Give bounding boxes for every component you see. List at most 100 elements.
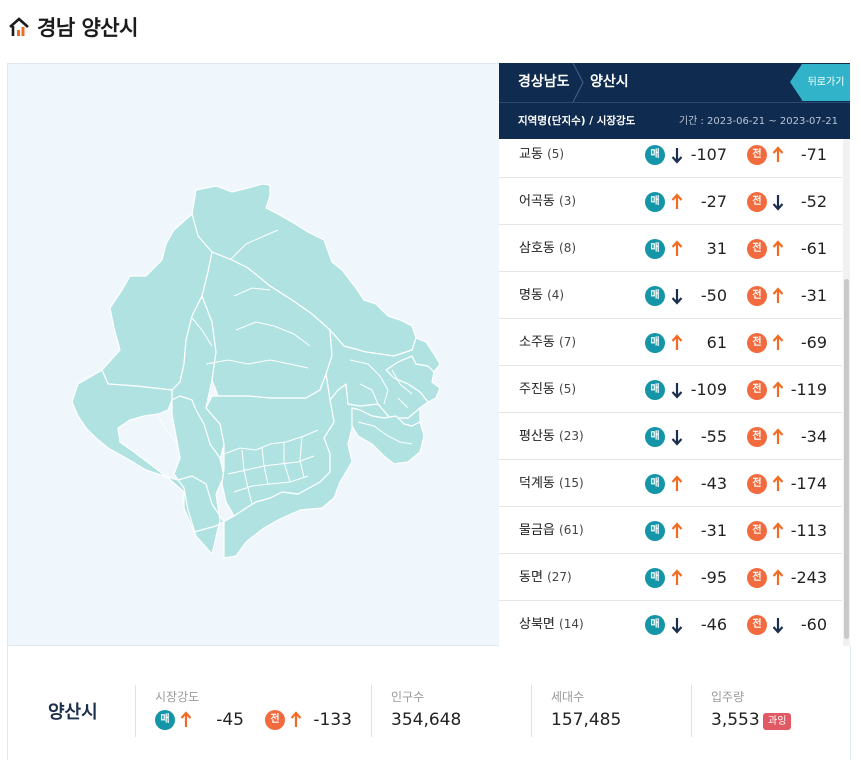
- district-name-text: 삼호동: [519, 241, 555, 256]
- district-name-text: 주진동: [519, 382, 555, 397]
- supply-label: 입주량: [711, 690, 745, 704]
- maemae-badge: 매: [645, 427, 665, 447]
- district-name: 어곡동 (3): [519, 178, 576, 225]
- district-name-text: 동면: [519, 570, 543, 585]
- district-name: 교동 (5): [519, 139, 564, 178]
- maemae-badge: 매: [155, 710, 175, 730]
- summary-jeonse-value: -133: [313, 710, 352, 730]
- period-label: 기간 : 2023-06-21 ~ 2023-07-21: [678, 116, 838, 127]
- maemae-badge: 매: [645, 474, 665, 494]
- district-row[interactable]: 덕계동 (15) 매 -43 전 -174: [499, 460, 842, 507]
- jeonse-up-arrow-icon: [772, 522, 784, 538]
- maemae-badge: 매: [645, 145, 665, 165]
- complex-count: (5): [547, 147, 565, 161]
- maemae-up-arrow-icon: [671, 569, 683, 585]
- maemae-badge: 매: [645, 239, 665, 259]
- jeonse-badge: 전: [747, 333, 767, 353]
- district-row[interactable]: 소주동 (7) 매 61 전 -69: [499, 319, 842, 366]
- maemae-value: -55: [700, 427, 727, 446]
- jeonse-badge: 전: [747, 568, 767, 588]
- maemae-up-arrow-icon: [671, 522, 683, 538]
- district-name: 상북면 (14): [519, 601, 584, 646]
- district-list[interactable]: 교동 (5) 매 -107 전 -71 어곡동 (3) 매 -27 전 -52 삼호동 (8) 매 31…: [499, 139, 842, 646]
- home-icon: [9, 17, 29, 36]
- maemae-value: -31: [700, 521, 727, 540]
- district-row[interactable]: 어곡동 (3) 매 -27 전 -52: [499, 178, 842, 225]
- complex-count: (61): [559, 523, 584, 537]
- district-name-text: 명동: [519, 288, 543, 303]
- maemae-down-arrow-icon: [671, 148, 683, 164]
- breadcrumb-chevron-icon: [572, 63, 584, 102]
- complex-count: (5): [559, 382, 577, 396]
- breadcrumb-city[interactable]: 양산시: [590, 63, 629, 102]
- jeonse-up-arrow-icon: [772, 569, 784, 585]
- page-title-text: 경남 양산시: [37, 16, 138, 40]
- district-row[interactable]: 상북면 (14) 매 -46 전 -60: [499, 601, 842, 646]
- jeonse-down-arrow-icon: [772, 618, 784, 634]
- jeonse-badge: 전: [747, 145, 767, 165]
- jeonse-value: -61: [800, 239, 827, 258]
- maemae-value: 31: [706, 239, 727, 258]
- jeonse-up-arrow-icon: [772, 334, 784, 350]
- jeonse-up-arrow-icon: [772, 381, 784, 397]
- district-row[interactable]: 주진동 (5) 매 -109 전 -119: [499, 366, 842, 413]
- jeonse-badge: 전: [747, 192, 767, 212]
- list-scrollbar[interactable]: [843, 139, 850, 646]
- maemae-up-arrow-icon: [671, 240, 683, 256]
- maemae-value: -27: [700, 192, 727, 211]
- complex-count: (15): [559, 476, 584, 490]
- jeonse-value: -71: [800, 145, 827, 164]
- jeonse-value: -174: [790, 474, 827, 493]
- jeonse-badge: 전: [747, 615, 767, 635]
- district-row[interactable]: 삼호동 (8) 매 31 전 -61: [499, 225, 842, 272]
- district-name: 주진동 (5): [519, 366, 576, 413]
- scrollbar-thumb[interactable]: [844, 279, 849, 639]
- district-name-text: 교동: [519, 147, 543, 162]
- summary-city: 양산시: [48, 702, 98, 723]
- jeonse-badge: 전: [747, 239, 767, 259]
- panel-header: 경상남도 양산시 뒤로가기: [499, 63, 850, 102]
- jeonse-badge: 전: [747, 380, 767, 400]
- population-label: 인구수: [391, 690, 425, 704]
- divider: [691, 685, 692, 737]
- divider: [135, 685, 136, 737]
- divider: [371, 685, 372, 737]
- breadcrumb-province[interactable]: 경상남도: [518, 63, 570, 102]
- complex-count: (4): [547, 288, 565, 302]
- jeonse-up-arrow-icon: [772, 146, 784, 162]
- jeonse-up-arrow-icon: [772, 475, 784, 491]
- page-title: 경남 양산시: [8, 12, 138, 42]
- maemae-down-arrow-icon: [671, 430, 683, 446]
- maemae-badge: 매: [645, 380, 665, 400]
- maemae-value: 61: [706, 333, 727, 352]
- district-row[interactable]: 평산동 (23) 매 -55 전 -34: [499, 413, 842, 460]
- divider: [531, 685, 532, 737]
- complex-count: (8): [559, 241, 577, 255]
- market-strength-label: 시장강도: [155, 690, 200, 704]
- jeonse-badge: 전: [747, 521, 767, 541]
- jeonse-badge: 전: [747, 286, 767, 306]
- jeonse-value: -243: [790, 568, 827, 587]
- jeonse-value: -69: [800, 333, 827, 352]
- complex-count: (7): [559, 335, 577, 349]
- maemae-value: -43: [700, 474, 727, 493]
- region-map[interactable]: [7, 63, 500, 646]
- back-button[interactable]: 뒤로가기: [790, 64, 850, 101]
- district-name-text: 소주동: [519, 335, 555, 350]
- maemae-down-arrow-icon: [671, 289, 683, 305]
- district-row[interactable]: 물금읍 (61) 매 -31 전 -113: [499, 507, 842, 554]
- district-name-text: 덕계동: [519, 476, 555, 491]
- summary-bar: 양산시 시장강도 매 -45 전 -133 인구수 354,648 세대수 15…: [7, 646, 851, 760]
- complex-count: (27): [547, 570, 572, 584]
- jeonse-badge: 전: [747, 474, 767, 494]
- yangsan-map[interactable]: [8, 64, 501, 647]
- jeonse-value: -34: [800, 427, 827, 446]
- supply-value: 3,553: [711, 710, 760, 730]
- maemae-badge: 매: [645, 333, 665, 353]
- district-row[interactable]: 교동 (5) 매 -107 전 -71: [499, 139, 842, 178]
- district-row[interactable]: 동면 (27) 매 -95 전 -243: [499, 554, 842, 601]
- district-row[interactable]: 명동 (4) 매 -50 전 -31: [499, 272, 842, 319]
- district-name: 삼호동 (8): [519, 225, 576, 272]
- district-name: 명동 (4): [519, 272, 564, 319]
- maemae-value: -50: [700, 286, 727, 305]
